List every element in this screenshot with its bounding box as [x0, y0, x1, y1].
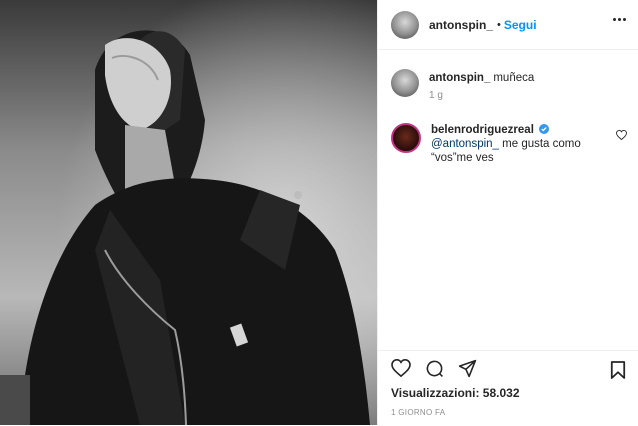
separator-dot: •: [497, 18, 501, 31]
action-row: [391, 359, 477, 378]
author-username[interactable]: antonspin_: [429, 18, 493, 32]
post-side-panel: antonspin_ • Segui antonspin_ muñeca 1 g …: [377, 0, 638, 425]
comment-text-line1: me gusta como: [498, 138, 581, 150]
caption-time[interactable]: 1 g: [429, 90, 443, 101]
photo-illustration: [0, 0, 377, 425]
comment-icon[interactable]: [425, 359, 444, 378]
caption-body: antonspin_ muñeca: [429, 69, 534, 97]
caption-text: muñeca: [493, 72, 535, 84]
save-icon[interactable]: [610, 360, 626, 380]
post-photo[interactable]: [0, 0, 377, 425]
like-icon[interactable]: [391, 359, 411, 377]
instagram-post: antonspin_ • Segui antonspin_ muñeca 1 g …: [0, 0, 638, 425]
share-icon[interactable]: [458, 359, 477, 378]
more-icon[interactable]: [613, 18, 626, 21]
post-timestamp[interactable]: 1 GIORNO FA: [391, 408, 445, 417]
caption-username[interactable]: antonspin_: [429, 72, 490, 84]
heart-icon[interactable]: [616, 130, 627, 140]
follow-button[interactable]: Segui: [504, 18, 537, 32]
post-header: antonspin_ • Segui: [378, 0, 638, 50]
views-count[interactable]: Visualizzazioni: 58.032: [391, 386, 520, 400]
commenter-avatar[interactable]: [391, 123, 421, 153]
author-avatar[interactable]: [391, 10, 419, 39]
comment-item: belenrodriguezreal @antonspin_ me gusta …: [391, 123, 581, 165]
comment-mention[interactable]: @antonspin_: [431, 138, 499, 150]
commenter-username[interactable]: belenrodriguezreal: [431, 124, 534, 136]
caption: antonspin_ muñeca: [391, 69, 534, 97]
caption-avatar[interactable]: [391, 69, 419, 97]
comment-text-line2: “vos”me ves: [431, 152, 494, 164]
actions-section: Visualizzazioni: 58.032 1 GIORNO FA: [378, 350, 638, 426]
verified-icon: [539, 124, 550, 134]
comment-body: belenrodriguezreal @antonspin_ me gusta …: [431, 123, 581, 165]
